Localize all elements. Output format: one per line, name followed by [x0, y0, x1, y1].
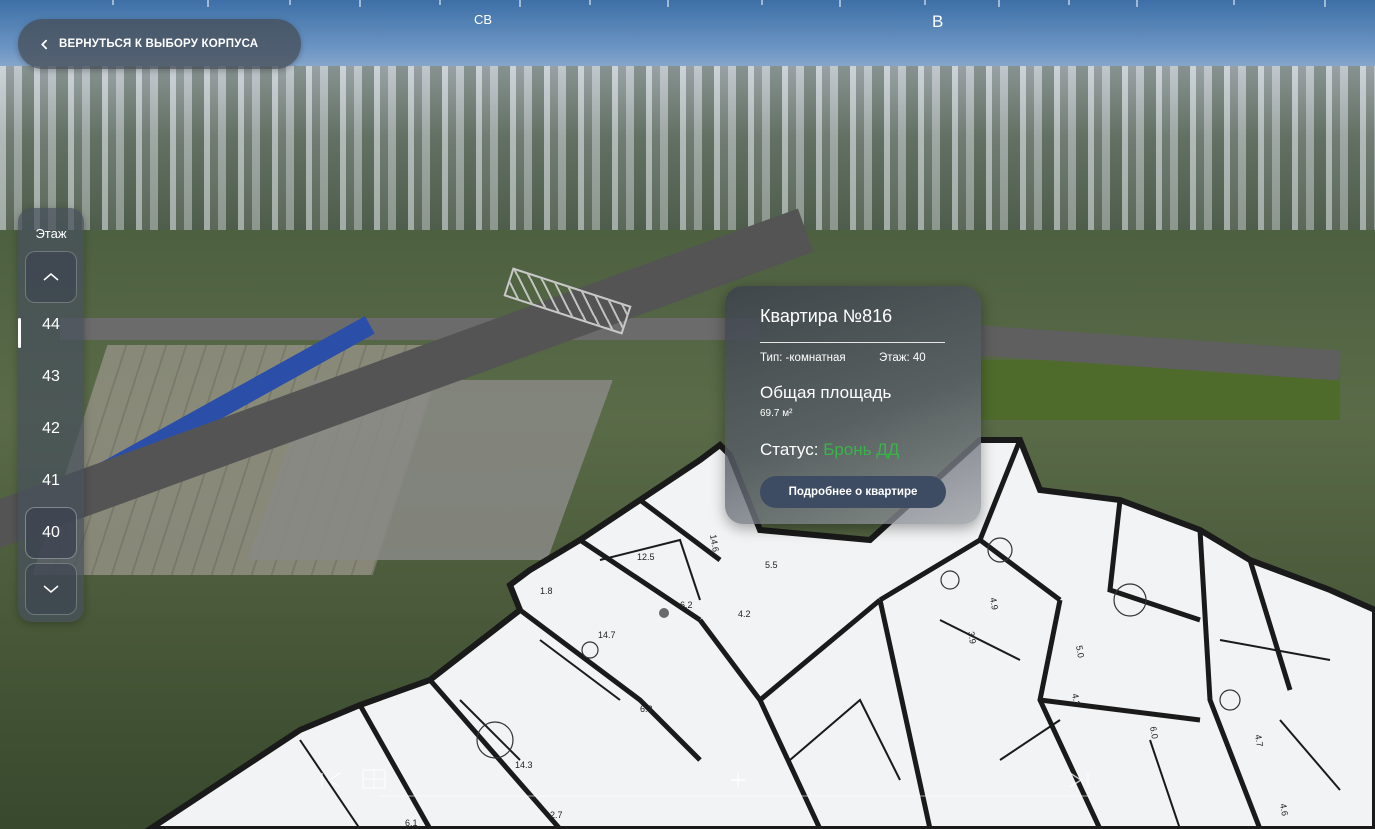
floor-down-button[interactable]: [25, 563, 77, 615]
compass-label-northeast: СВ: [474, 12, 493, 27]
svg-text:2.7: 2.7: [550, 810, 563, 820]
floor-scroll-indicator: [18, 318, 21, 348]
apartment-details-button[interactable]: Подробнее о квартире: [760, 476, 946, 508]
floor-item-43[interactable]: 43: [25, 351, 77, 403]
svg-text:4.2: 4.2: [1070, 693, 1082, 707]
floor-item-42[interactable]: 42: [25, 403, 77, 455]
skip-back-icon[interactable]: [318, 770, 344, 790]
svg-text:4.6: 4.6: [1278, 803, 1290, 817]
zoom-in-icon[interactable]: [729, 771, 747, 789]
apartment-status: Статус: Бронь ДД: [760, 440, 899, 460]
back-button-label: ВЕРНУТЬСЯ К ВЫБОРУ КОРПУСА: [59, 38, 259, 50]
chevron-down-icon: [43, 585, 59, 593]
apartment-marker-dot[interactable]: [659, 608, 669, 618]
svg-text:14.3: 14.3: [515, 760, 533, 770]
svg-text:6.0: 6.0: [1148, 726, 1160, 740]
chevron-left-icon: [41, 39, 48, 49]
svg-text:4.9: 4.9: [988, 597, 1000, 611]
status-label: Статус:: [760, 440, 824, 459]
svg-text:14.7: 14.7: [598, 630, 616, 640]
area-value: 69.7 м²: [760, 408, 793, 419]
compass-ticks: [112, 0, 1326, 7]
svg-text:5.5: 5.5: [765, 560, 778, 570]
compass-label-east: В: [932, 12, 944, 31]
skip-forward-icon[interactable]: [1066, 770, 1092, 790]
status-value: Бронь ДД: [823, 440, 900, 459]
chevron-up-icon: [43, 273, 59, 281]
svg-text:6.1: 6.1: [405, 818, 418, 828]
floor-item-40-active[interactable]: 40: [25, 507, 77, 559]
area-title: Общая площадь: [760, 383, 892, 402]
floor-item-44[interactable]: 44: [25, 299, 77, 351]
apartment-title: Квартира №816: [760, 306, 893, 326]
svg-text:12.5: 12.5: [637, 552, 655, 562]
card-divider: [760, 342, 945, 343]
svg-text:4.2: 4.2: [738, 609, 751, 619]
svg-text:3.9: 3.9: [966, 631, 978, 645]
apartment-floor: Этаж: 40: [879, 352, 926, 364]
svg-text:1.8: 1.8: [540, 586, 553, 596]
svg-text:4.7: 4.7: [1253, 734, 1265, 748]
floor-plan-icon[interactable]: [361, 768, 387, 790]
floor-plan-overlay[interactable]: 1.8 12.5 14.6 5.5 6.2 4.2 14.7 6.3 14.3 …: [0, 0, 1375, 829]
apartment-info-card: Квартира №816 Тип: -комнатная Этаж: 40 О…: [725, 286, 981, 524]
apartment-type: Тип: -комнатная: [760, 352, 846, 364]
floor-item-41[interactable]: 41: [25, 455, 77, 507]
back-to-building-selection-button[interactable]: ВЕРНУТЬСЯ К ВЫБОРУ КОРПУСА: [18, 19, 301, 69]
svg-text:5.0: 5.0: [1074, 645, 1086, 659]
floor-up-button[interactable]: [25, 251, 77, 303]
floor-selector: Этаж 44 43 42 41 40: [18, 208, 84, 622]
svg-text:6.3: 6.3: [640, 704, 653, 714]
svg-text:6.2: 6.2: [680, 600, 693, 610]
floor-selector-title: Этаж: [35, 226, 67, 241]
